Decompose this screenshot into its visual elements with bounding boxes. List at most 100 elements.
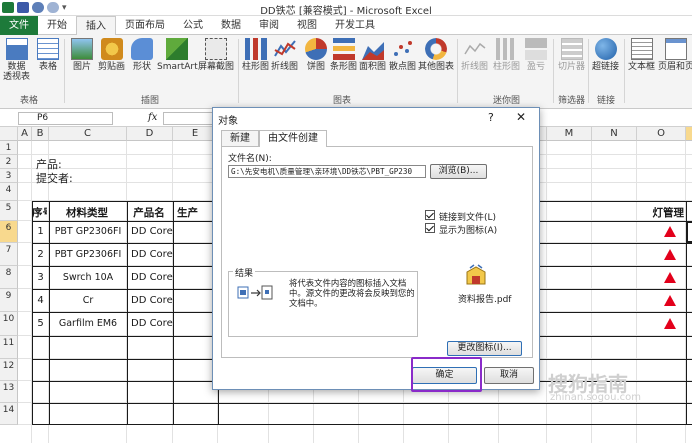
table-icon xyxy=(37,38,59,60)
table-cell-material: Swrch 10A xyxy=(62,272,114,283)
selected-cell-p6[interactable] xyxy=(686,221,692,243)
line-chart-button[interactable]: 折线图 xyxy=(271,38,298,72)
area-chart-icon xyxy=(361,38,384,60)
help-button[interactable]: ? xyxy=(488,111,494,124)
row-header-3[interactable]: 3 xyxy=(0,169,18,183)
change-icon-button[interactable]: 更改图标(I)... xyxy=(447,341,522,356)
column-header-n[interactable]: N xyxy=(592,127,637,141)
group-separator xyxy=(624,39,625,103)
column-header-b[interactable]: B xyxy=(32,127,49,141)
file-name-input[interactable]: G:\先安电机\质量管理\亲环境\DD铁芯\PBT_GP230 xyxy=(228,165,426,178)
row-number: 6 xyxy=(5,223,12,233)
ribbon: 数据 透视表 表格 图片 剪贴画 形状 SmartArt 屏幕截图 柱形图 折线… xyxy=(0,35,692,109)
group-label-tables: 表格 xyxy=(20,96,39,106)
table-cell-material: Cr xyxy=(82,295,94,306)
table-cell-product: DD Core xyxy=(131,249,173,260)
row-header-4[interactable]: 4 xyxy=(0,183,18,201)
screenshot-icon xyxy=(205,38,227,60)
textbox-button[interactable]: 文本框 xyxy=(628,38,655,72)
select-all-corner[interactable] xyxy=(0,127,18,141)
bar-chart-button[interactable]: 条形图 xyxy=(330,38,357,72)
scatter-chart-button[interactable]: 散点图 xyxy=(389,38,416,72)
tab-view[interactable]: 视图 xyxy=(288,16,326,35)
sparkline-column-button[interactable]: 柱形图 xyxy=(493,38,520,72)
pie-chart-icon xyxy=(305,38,327,60)
row-header-6[interactable]: 6 xyxy=(0,221,18,243)
row-header-2[interactable]: 2 xyxy=(0,155,18,169)
tab-create-from-file[interactable]: 由文件创建 xyxy=(259,130,327,147)
slicer-button[interactable]: 切片器 xyxy=(558,38,585,72)
scatter-chart-icon xyxy=(392,38,414,60)
smartart-button[interactable]: SmartArt xyxy=(157,38,198,72)
pie-chart-button[interactable]: 饼图 xyxy=(305,38,327,72)
object-dialog: 对象 ? ✕ 新建 由文件创建 文件名(N): G:\先安电机\质量管理\亲环境… xyxy=(212,107,540,390)
row-header-5[interactable]: 5 xyxy=(0,201,18,221)
other-charts-button[interactable]: 其他图表 xyxy=(418,38,454,72)
tab-create-new[interactable]: 新建 xyxy=(221,130,259,146)
row-header-8[interactable]: 8 xyxy=(0,266,18,289)
display-as-icon-label: 显示为图标(A) xyxy=(439,226,498,236)
group-separator xyxy=(238,39,239,103)
tab-review[interactable]: 审阅 xyxy=(250,16,288,35)
header-footer-icon xyxy=(665,38,687,60)
sparkline-line-button[interactable]: 折线图 xyxy=(461,38,488,72)
cancel-button[interactable]: 取消 xyxy=(484,367,534,384)
row-number: 12 xyxy=(2,361,15,371)
group-separator xyxy=(64,39,65,103)
close-button[interactable]: ✕ xyxy=(516,110,526,124)
row-header-10[interactable]: 10 xyxy=(0,312,18,336)
link-to-file-checkbox[interactable] xyxy=(425,210,435,220)
tab-insert[interactable]: 插入 xyxy=(76,16,116,36)
insert-function-icon[interactable]: fx xyxy=(148,112,157,123)
group-separator xyxy=(457,39,458,103)
column-header-m[interactable]: M xyxy=(547,127,592,141)
table-cell-product: DD Core xyxy=(131,272,173,283)
tab-data[interactable]: 数据 xyxy=(212,16,250,35)
column-header-p[interactable]: P xyxy=(686,127,692,141)
picture-button[interactable]: 图片 xyxy=(71,38,93,72)
shapes-button[interactable]: 形状 xyxy=(131,38,153,72)
formula-input[interactable] xyxy=(163,112,215,125)
tab-page-layout[interactable]: 页面布局 xyxy=(116,16,174,35)
browse-button[interactable]: 浏览(B)... xyxy=(430,164,487,179)
clip-art-button[interactable]: 剪贴画 xyxy=(98,38,125,72)
column-chart-button[interactable]: 柱形图 xyxy=(242,38,269,72)
row-header-9[interactable]: 9 xyxy=(0,289,18,312)
ok-button-highlight xyxy=(411,357,482,392)
table-cell-no: 2 xyxy=(37,249,44,260)
tab-home[interactable]: 开始 xyxy=(38,16,76,35)
column-header-c[interactable]: C xyxy=(49,127,127,141)
column-header-o[interactable]: O xyxy=(637,127,686,141)
table-button[interactable]: 表格 xyxy=(37,38,59,72)
row-number: 14 xyxy=(2,405,15,415)
display-as-icon-checkbox[interactable] xyxy=(425,223,435,233)
tab-formulas[interactable]: 公式 xyxy=(174,16,212,35)
file-name-label: 文件名(N): xyxy=(228,154,272,164)
table-column-line xyxy=(173,201,174,425)
row-header-14[interactable]: 14 xyxy=(0,403,18,425)
create-from-file-panel: 文件名(N): G:\先安电机\质量管理\亲环境\DD铁芯\PBT_GP230 … xyxy=(221,146,533,358)
line-chart-icon xyxy=(273,38,296,60)
row-header-7[interactable]: 7 xyxy=(0,243,18,266)
row-number: 9 xyxy=(5,291,12,301)
row-header-11[interactable]: 11 xyxy=(0,336,18,359)
tab-file[interactable]: 文件 xyxy=(0,16,38,35)
sparkline-winloss-icon xyxy=(525,38,547,60)
row-header-1[interactable]: 1 xyxy=(0,141,18,155)
hyperlink-button[interactable]: 超链接 xyxy=(592,38,619,72)
screenshot-button[interactable]: 屏幕截图 xyxy=(198,38,234,72)
column-header-d[interactable]: D xyxy=(127,127,173,141)
row-header-13[interactable]: 13 xyxy=(0,381,18,403)
table-cell-no: 3 xyxy=(37,272,44,283)
sparkline-winloss-button[interactable]: 盈亏 xyxy=(525,38,547,72)
name-box[interactable]: P6 xyxy=(18,112,113,125)
area-chart-button[interactable]: 面积图 xyxy=(359,38,386,72)
column-header-a[interactable]: A xyxy=(18,127,32,141)
tab-developer[interactable]: 开发工具 xyxy=(326,16,384,35)
row-header-12[interactable]: 12 xyxy=(0,359,18,381)
header-footer-button[interactable]: 页眉和页 xyxy=(658,38,692,72)
table-column-line xyxy=(127,201,128,425)
bar-chart-icon xyxy=(332,38,355,60)
pivot-table-button[interactable]: 数据 透视表 xyxy=(3,38,30,82)
smartart-icon xyxy=(166,38,189,60)
